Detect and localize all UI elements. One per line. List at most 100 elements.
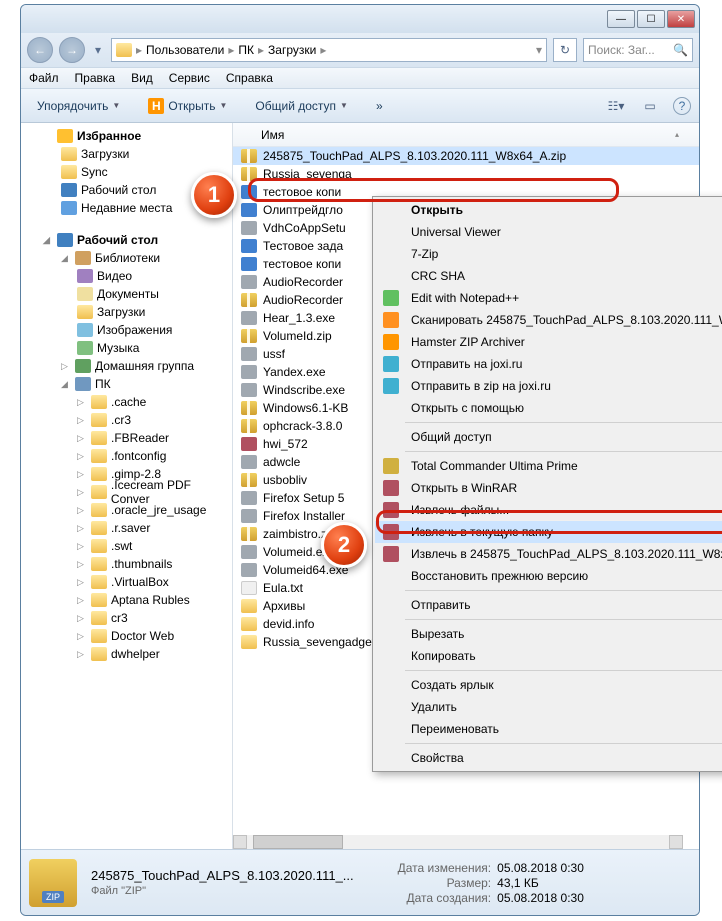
breadcrumb-users[interactable]: Пользователи bbox=[146, 43, 224, 57]
menu-edit[interactable]: Правка bbox=[75, 71, 116, 85]
tree-pictures[interactable]: Изображения bbox=[21, 321, 232, 339]
context-item[interactable]: Создать ярлык bbox=[375, 674, 722, 696]
menu-view[interactable]: Вид bbox=[131, 71, 153, 85]
zip-icon bbox=[241, 473, 257, 487]
context-item[interactable]: Отправить▶ bbox=[375, 594, 722, 616]
tree-homegroup[interactable]: ▷Домашняя группа bbox=[21, 357, 232, 375]
tree-folder[interactable]: ▷.r.saver bbox=[21, 519, 232, 537]
exe-icon bbox=[241, 545, 257, 559]
context-item[interactable]: Общий доступ▶ bbox=[375, 426, 722, 448]
toolbar-overflow[interactable]: » bbox=[368, 95, 391, 117]
tree-folder[interactable]: ▷.Icecream PDF Conver bbox=[21, 483, 232, 501]
context-item[interactable]: Edit with Notepad++ bbox=[375, 287, 722, 309]
context-item[interactable]: Восстановить прежнюю версию bbox=[375, 565, 722, 587]
chevron-down-icon[interactable]: ▾ bbox=[536, 43, 542, 57]
help-button[interactable]: ? bbox=[673, 97, 691, 115]
refresh-button[interactable]: ↻ bbox=[553, 38, 577, 62]
share-button[interactable]: Общий доступ▼ bbox=[247, 95, 356, 117]
context-item[interactable]: Отправить в zip на joxi.ru bbox=[375, 375, 722, 397]
pc-icon bbox=[75, 377, 91, 391]
minimize-button[interactable]: — bbox=[607, 10, 635, 28]
scroll-left-button[interactable] bbox=[233, 835, 247, 849]
tree-folder[interactable]: ▷.cache bbox=[21, 393, 232, 411]
context-item[interactable]: Открыть в WinRAR bbox=[375, 477, 722, 499]
context-item[interactable]: Отправить на joxi.ru bbox=[375, 353, 722, 375]
tree-folder[interactable]: ▷dwhelper bbox=[21, 645, 232, 663]
tree-folder[interactable]: ▷.oracle_jre_usage bbox=[21, 501, 232, 519]
tree-libraries[interactable]: ◢Библиотеки bbox=[21, 249, 232, 267]
zip-icon bbox=[241, 527, 257, 541]
menu-file[interactable]: Файл bbox=[29, 71, 59, 85]
tree-documents[interactable]: Документы bbox=[21, 285, 232, 303]
app-icon bbox=[383, 546, 399, 562]
column-header-name[interactable]: Имя▴ bbox=[233, 123, 699, 147]
organize-button[interactable]: Упорядочить▼ bbox=[29, 95, 128, 117]
zip-icon bbox=[241, 419, 257, 433]
menu-help[interactable]: Справка bbox=[226, 71, 273, 85]
forward-button[interactable]: → bbox=[59, 37, 85, 63]
context-item[interactable]: Открыть с помощью▶ bbox=[375, 397, 722, 419]
tree-folder[interactable]: ▷.VirtualBox bbox=[21, 573, 232, 591]
tree-pc[interactable]: ◢ПК bbox=[21, 375, 232, 393]
search-input[interactable]: Поиск: Заг... 🔍 bbox=[583, 38, 693, 62]
context-item[interactable]: Переименовать bbox=[375, 718, 722, 740]
context-item[interactable]: Удалить bbox=[375, 696, 722, 718]
menu-tools[interactable]: Сервис bbox=[169, 71, 210, 85]
tree-folder[interactable]: ▷.swt bbox=[21, 537, 232, 555]
file-row[interactable]: 245875_TouchPad_ALPS_8.103.2020.111_W8x6… bbox=[233, 147, 699, 165]
context-item[interactable]: Извлечь в 245875_TouchPad_ALPS_8.103.202… bbox=[375, 543, 722, 565]
tree-music[interactable]: Музыка bbox=[21, 339, 232, 357]
tree-folder[interactable]: ▷Doctor Web bbox=[21, 627, 232, 645]
context-item[interactable]: Вырезать bbox=[375, 623, 722, 645]
tree-desktop[interactable]: ◢Рабочий стол bbox=[21, 231, 232, 249]
tree-folder[interactable]: ▷Aptana Rubles bbox=[21, 591, 232, 609]
close-button[interactable]: ✕ bbox=[667, 10, 695, 28]
nav-tree: Избранное Загрузки Sync Рабочий стол Нед… bbox=[21, 123, 233, 849]
horizontal-scrollbar[interactable] bbox=[233, 835, 683, 849]
context-item[interactable]: CRC SHA▶ bbox=[375, 265, 722, 287]
address-bar[interactable]: ▸ Пользователи ▸ ПК ▸ Загрузки ▸ ▾ bbox=[111, 38, 547, 62]
tree-favorites[interactable]: Избранное bbox=[21, 127, 232, 145]
back-button[interactable]: ← bbox=[27, 37, 53, 63]
view-mode-button[interactable]: ☷▾ bbox=[605, 95, 627, 117]
context-item[interactable]: Копировать bbox=[375, 645, 722, 667]
zip-icon bbox=[241, 293, 257, 307]
context-item[interactable]: 7-Zip▶ bbox=[375, 243, 722, 265]
tree-lib-downloads[interactable]: Загрузки bbox=[21, 303, 232, 321]
open-button[interactable]: HОткрыть▼ bbox=[140, 94, 235, 118]
tree-folder[interactable]: ▷.thumbnails bbox=[21, 555, 232, 573]
folder-icon bbox=[91, 539, 107, 553]
scroll-right-button[interactable] bbox=[669, 835, 683, 849]
nav-history-dropdown[interactable]: ▾ bbox=[91, 37, 105, 63]
tree-downloads[interactable]: Загрузки bbox=[21, 145, 232, 163]
preview-pane-button[interactable]: ▭ bbox=[639, 95, 661, 117]
tree-folder[interactable]: ▷.cr3 bbox=[21, 411, 232, 429]
breadcrumb-downloads[interactable]: Загрузки bbox=[268, 43, 316, 57]
app-icon bbox=[383, 480, 399, 496]
tree-folder[interactable]: ▷cr3 bbox=[21, 609, 232, 627]
tree-videos[interactable]: Видео bbox=[21, 267, 232, 285]
context-label: Отправить на joxi.ru bbox=[411, 357, 522, 371]
word-icon bbox=[241, 257, 257, 271]
file-name: Windscribe.exe bbox=[263, 383, 345, 397]
context-item[interactable]: Сканировать 245875_TouchPad_ALPS_8.103.2… bbox=[375, 309, 722, 331]
file-row[interactable]: Russia_sevenga bbox=[233, 165, 699, 183]
context-item[interactable]: Открыть bbox=[375, 199, 722, 221]
exe-icon bbox=[241, 383, 257, 397]
context-label: 7-Zip bbox=[411, 247, 438, 261]
context-item[interactable]: Total Commander Ultima Prime bbox=[375, 455, 722, 477]
context-item[interactable]: Hamster ZIP Archiver bbox=[375, 331, 722, 353]
maximize-button[interactable]: ☐ bbox=[637, 10, 665, 28]
breadcrumb-pc[interactable]: ПК bbox=[238, 43, 254, 57]
file-name: тестовое копи bbox=[263, 257, 341, 271]
context-separator bbox=[405, 743, 722, 744]
context-item[interactable]: Свойства bbox=[375, 747, 722, 769]
tree-folder[interactable]: ▷.FBReader bbox=[21, 429, 232, 447]
exe-icon bbox=[241, 311, 257, 325]
context-item[interactable]: Извлечь в текущую папку bbox=[375, 521, 722, 543]
context-item[interactable]: Universal Viewer bbox=[375, 221, 722, 243]
context-item[interactable]: Извлечь файлы... bbox=[375, 499, 722, 521]
context-label: Создать ярлык bbox=[411, 678, 494, 692]
tree-folder[interactable]: ▷.fontconfig bbox=[21, 447, 232, 465]
scroll-thumb[interactable] bbox=[253, 835, 343, 849]
